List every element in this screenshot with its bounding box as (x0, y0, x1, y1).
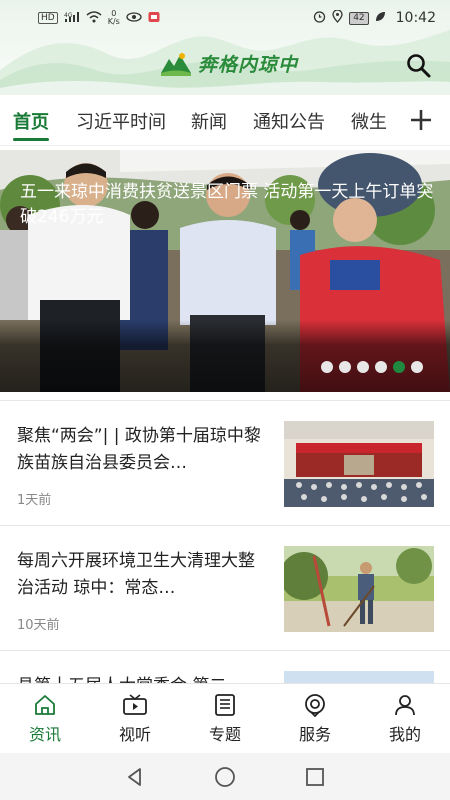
app-header: HD 4G 0 K/s 42 10:42 奔格内琼中 (0, 0, 450, 95)
bottom-navigation: 资讯 视听 专题 服务 我的 (0, 683, 450, 753)
nav-topics[interactable]: 专题 (180, 684, 270, 753)
nav-services[interactable]: 服务 (270, 684, 360, 753)
battery-icon: 42 (349, 11, 369, 25)
tab-home[interactable]: 首页 (13, 96, 49, 145)
carousel-dot[interactable] (375, 361, 387, 373)
channel-tabs: 首页 习近平时间 新闻 通知公告 微生 (0, 96, 450, 146)
news-item[interactable]: 每周六开展环境卫生大清理大整治活动 琼中：常态… 10天前 (0, 525, 450, 650)
carousel-dots (321, 361, 423, 373)
banner-title[interactable]: 五一来琼中消费扶贫送景区门票 活动第一天上午订单突破246万元 (20, 180, 435, 230)
newspaper-icon (215, 693, 235, 716)
nav-label: 服务 (298, 724, 331, 744)
wifi-icon (86, 10, 102, 26)
app-notification-icon (148, 11, 160, 26)
nav-news[interactable]: 资讯 (0, 684, 90, 753)
nav-label: 资讯 (28, 724, 61, 744)
tab-list: 首页 习近平时间 新闻 通知公告 微生 (0, 96, 400, 145)
news-item[interactable]: 聚焦“两会”| | 政协第十届琼中黎族苗族自治县委员会… 1天前 (0, 400, 450, 525)
back-icon[interactable] (124, 766, 146, 788)
nav-video[interactable]: 视听 (90, 684, 180, 753)
news-time: 1天前 (17, 493, 52, 508)
alarm-icon (313, 10, 326, 26)
search-button[interactable] (405, 52, 433, 80)
app-title: 奔格内琼中 (198, 54, 299, 76)
app-logo: 奔格内琼中 (160, 50, 298, 77)
news-thumbnail (284, 421, 434, 507)
carousel-dot[interactable] (411, 361, 423, 373)
home-icon (35, 694, 55, 715)
carousel-dot[interactable] (339, 361, 351, 373)
carousel-dot-active[interactable] (393, 361, 405, 373)
nav-label: 视听 (118, 724, 151, 744)
hd-icon: HD (38, 12, 58, 24)
nav-label: 专题 (208, 724, 241, 744)
nav-label: 我的 (388, 724, 421, 744)
news-time: 10天前 (17, 618, 60, 633)
tab-wei[interactable]: 微生 (351, 96, 387, 145)
system-navigation-bar (0, 753, 450, 800)
signal-icon: 4G (64, 11, 80, 26)
home-circle-icon[interactable] (214, 766, 236, 788)
eye-icon (126, 11, 142, 25)
carousel-dot[interactable] (357, 361, 369, 373)
video-icon (123, 693, 147, 715)
news-thumbnail (284, 546, 434, 632)
leaf-icon (375, 11, 386, 25)
user-icon (395, 694, 415, 715)
news-title: 每周六开展环境卫生大清理大整治活动 琼中：常态… (17, 551, 255, 598)
banner-caption-overlay (0, 320, 450, 392)
plus-icon (411, 110, 431, 130)
carousel-dot[interactable] (321, 361, 333, 373)
svg-text:4G: 4G (64, 12, 73, 19)
tab-notices[interactable]: 通知公告 (253, 96, 325, 145)
network-speed: 0 K/s (107, 9, 120, 26)
add-channel-button[interactable] (407, 106, 435, 134)
location-icon (332, 9, 343, 26)
status-bar: HD 4G 0 K/s 42 10:42 (0, 0, 450, 36)
tab-xi-time[interactable]: 习近平时间 (76, 96, 166, 145)
tab-news[interactable]: 新闻 (191, 96, 227, 145)
mountain-logo-icon (161, 52, 191, 76)
news-title: 聚焦“两会”| | 政协第十届琼中黎族苗族自治县委员会… (17, 426, 261, 473)
clock-time: 10:42 (395, 10, 436, 26)
search-icon (407, 54, 431, 78)
nav-profile[interactable]: 我的 (360, 684, 450, 753)
service-icon (305, 693, 325, 717)
recents-icon[interactable] (304, 766, 326, 788)
